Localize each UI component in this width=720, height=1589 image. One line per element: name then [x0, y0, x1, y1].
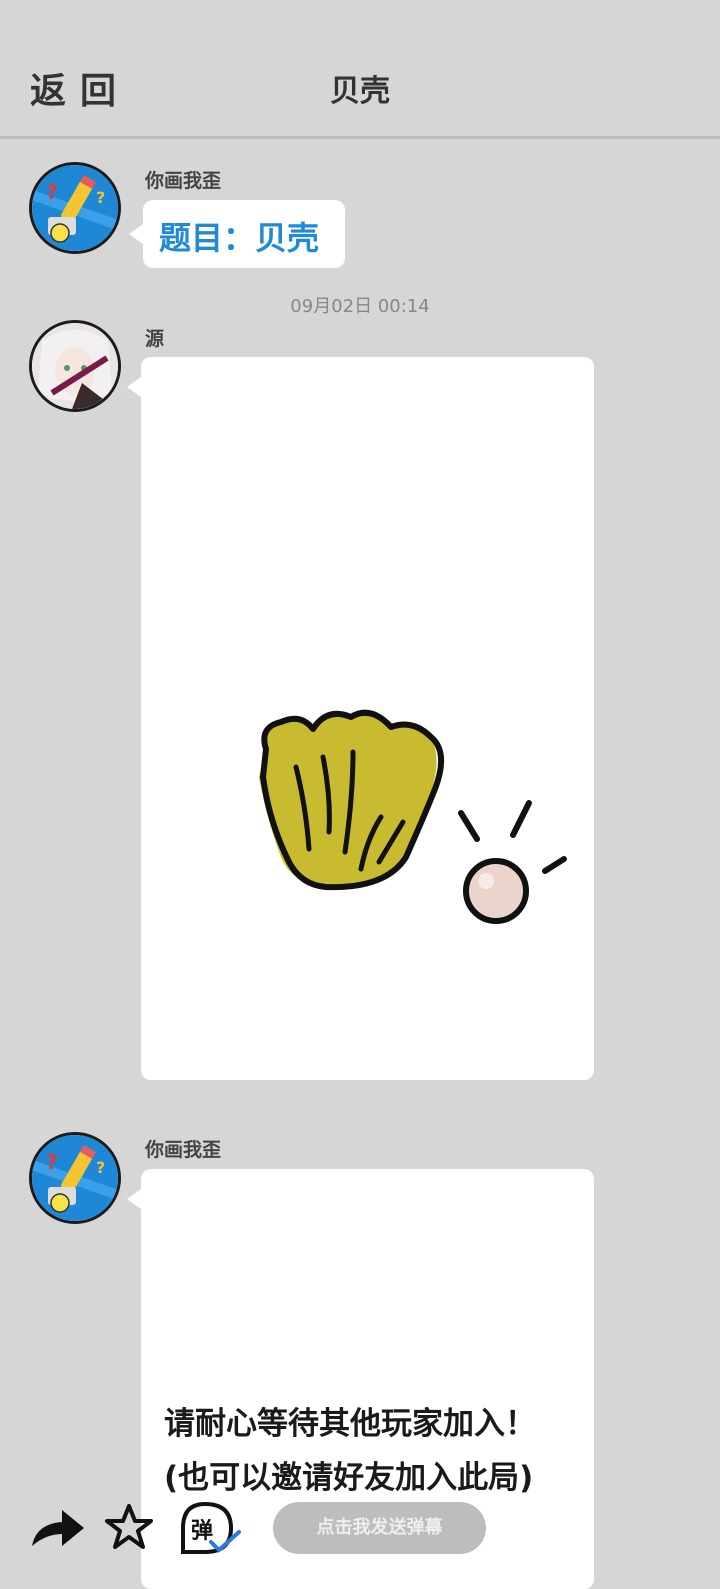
- svg-text:?: ?: [46, 180, 58, 204]
- pencil-icon: ? ?: [32, 1135, 118, 1221]
- avatar-user[interactable]: [29, 320, 121, 412]
- shell-drawing: [259, 709, 567, 924]
- top-bar: 返回 贝壳: [0, 0, 720, 139]
- username: 你画我歪: [145, 170, 222, 192]
- page-title: 贝壳: [330, 74, 390, 109]
- user-avatar-image: [32, 323, 118, 409]
- drawing-bubble[interactable]: [127, 357, 594, 1080]
- username: 你画我歪: [145, 1139, 222, 1161]
- username: 源: [145, 328, 165, 350]
- timestamp: 09月02日 00:14: [290, 296, 430, 317]
- svg-text:?: ?: [46, 1150, 58, 1174]
- share-arrow-icon[interactable]: [28, 1506, 86, 1554]
- danmu-badge: 弹: [191, 1519, 213, 1544]
- topic-bubble: 题目：贝壳: [129, 200, 345, 268]
- danmu-icon[interactable]: 弹: [175, 1500, 245, 1560]
- danmu-input[interactable]: 点击我发送弹幕: [273, 1502, 486, 1554]
- avatar-game-bot[interactable]: ? ?: [29, 1132, 121, 1224]
- topic-text: 题目：贝壳: [159, 219, 320, 257]
- waiting-message-line1: 请耐心等待其他玩家加入！: [164, 1406, 536, 1442]
- pencil-icon: ? ?: [32, 165, 118, 251]
- waiting-message-line2: (也可以邀请好友加入此局): [164, 1460, 534, 1496]
- svg-text:?: ?: [96, 1158, 105, 1177]
- avatar-game-bot[interactable]: ? ?: [29, 162, 121, 254]
- star-icon[interactable]: [103, 1502, 155, 1556]
- svg-text:?: ?: [96, 188, 105, 207]
